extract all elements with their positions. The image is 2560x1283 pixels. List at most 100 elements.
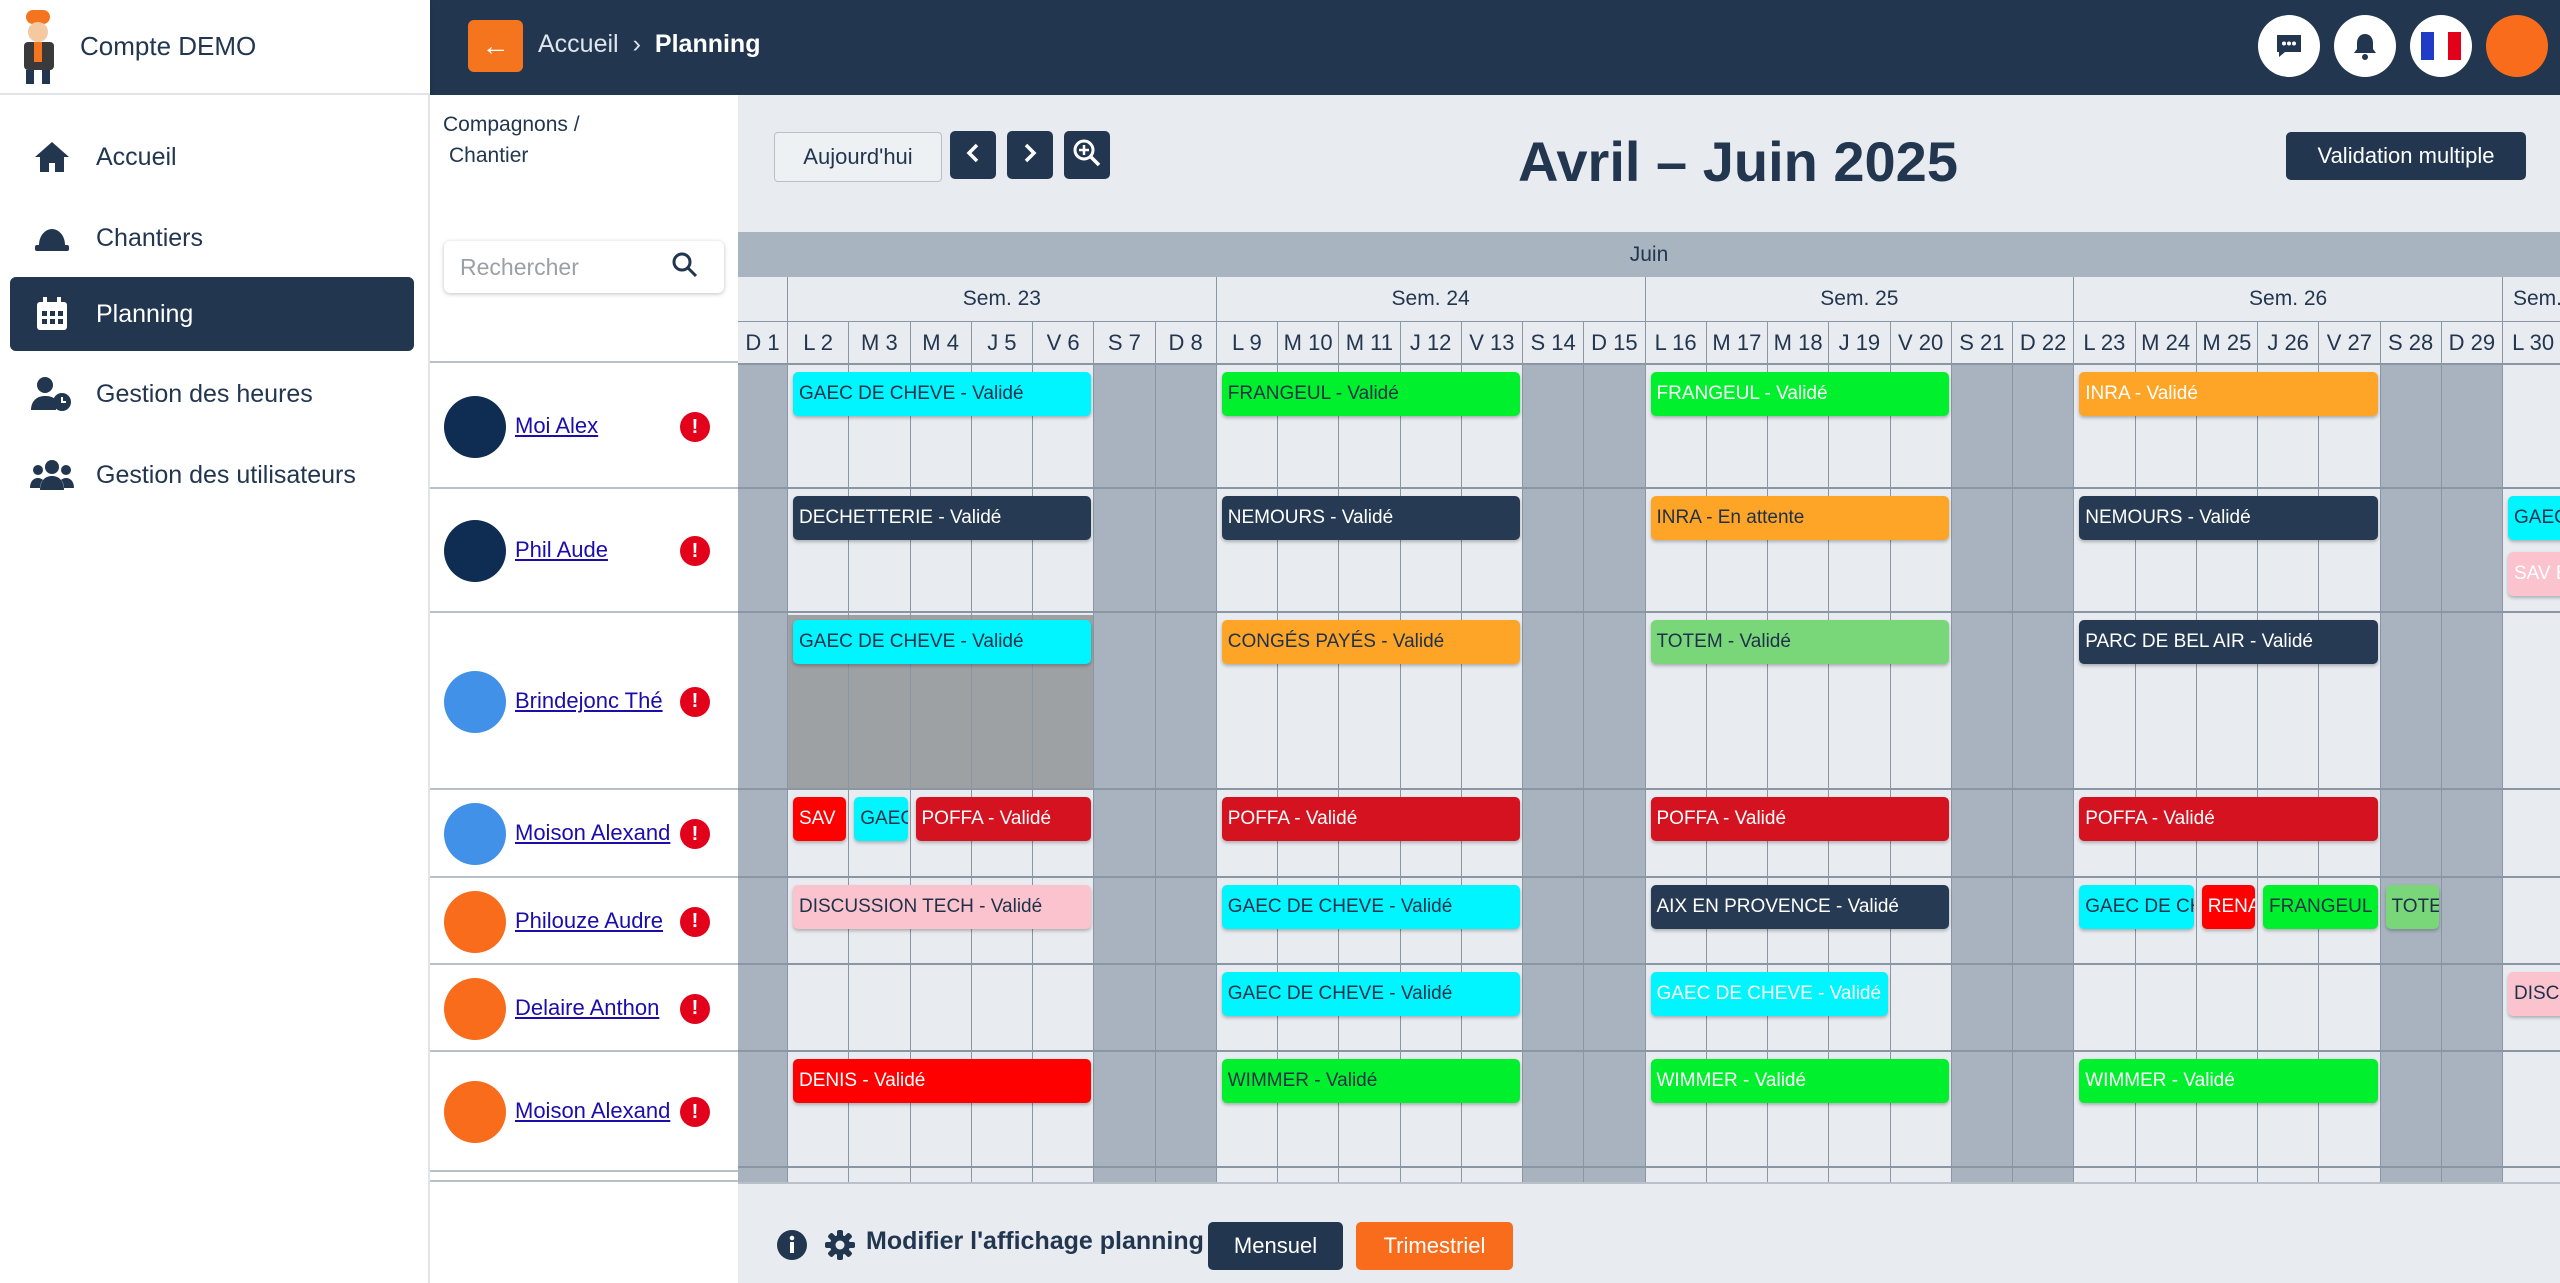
- month-header: Juin: [738, 232, 2560, 277]
- warning-icon[interactable]: !: [680, 412, 710, 442]
- day-header: V 27: [2319, 322, 2381, 365]
- breadcrumb-home[interactable]: Accueil: [538, 30, 619, 59]
- planning-event[interactable]: DISCU: [2508, 972, 2560, 1016]
- warning-icon[interactable]: !: [680, 993, 710, 1024]
- zoom-in-icon: [1072, 138, 1102, 173]
- row-divider: [738, 363, 2560, 365]
- planning-event[interactable]: GAEC DE CHEVE - Validé: [2079, 885, 2194, 929]
- day-header: J 12: [1400, 322, 1462, 365]
- next-button[interactable]: [1007, 131, 1053, 179]
- planning-event[interactable]: POFFA - Validé: [1221, 797, 1520, 841]
- day-header: V 6: [1033, 322, 1095, 365]
- warning-icon[interactable]: !: [680, 686, 710, 717]
- search-icon[interactable]: [670, 250, 700, 285]
- gear-icon[interactable]: [824, 1229, 856, 1266]
- warning-icon[interactable]: !: [680, 906, 710, 937]
- brand-area: Compte DEMO: [0, 0, 430, 95]
- planning-event[interactable]: CONGÉS PAYÉS - Validé: [1221, 620, 1520, 664]
- chat-icon[interactable]: [2258, 15, 2320, 77]
- week-header: Sem. 2: [2503, 277, 2560, 322]
- warning-icon[interactable]: !: [680, 1097, 710, 1127]
- info-icon[interactable]: [776, 1229, 808, 1266]
- planning-event[interactable]: DECHETTERIE - Validé: [793, 496, 1092, 540]
- planning-event[interactable]: FRANGEUL - Validé: [2263, 885, 2378, 929]
- warning-icon[interactable]: !: [680, 536, 710, 566]
- resource-name-link[interactable]: Moison Alexand: [515, 820, 685, 846]
- planning-event[interactable]: TOTEM: [2385, 885, 2439, 929]
- resource-row: Phil Aude!: [430, 489, 738, 613]
- planning-event[interactable]: FRANGEUL - Validé: [1221, 372, 1520, 416]
- day-header: S 28: [2380, 322, 2442, 365]
- planning-event[interactable]: AIX EN PROVENCE - Validé: [1650, 885, 1949, 929]
- breadcrumb: Accueil › Planning: [538, 30, 760, 59]
- resource-name-link[interactable]: Moison Alexand: [515, 1098, 685, 1124]
- planning-event[interactable]: GAEC: [2508, 496, 2560, 540]
- warning-icon[interactable]: !: [680, 819, 710, 849]
- planning-event[interactable]: WIMMER - Validé: [2079, 1059, 2378, 1103]
- row-divider: [738, 963, 2560, 965]
- planning-event[interactable]: GAEC DE CHEVE - Validé: [793, 372, 1092, 416]
- user-avatar[interactable]: [2486, 15, 2548, 77]
- multi-validation-button[interactable]: Validation multiple: [2286, 132, 2526, 180]
- day-header: D 15: [1584, 322, 1646, 365]
- planning-event[interactable]: GAEC: [854, 797, 908, 841]
- day-header: S 21: [1951, 322, 2013, 365]
- day-header: M 24: [2135, 322, 2197, 365]
- calendar-title: Avril – Juin 2025: [1518, 130, 1958, 193]
- day-header: D 29: [2441, 322, 2503, 365]
- planning-event[interactable]: TOTEM - Validé: [1650, 620, 1949, 664]
- quarterly-view-button[interactable]: Trimestriel: [1356, 1222, 1513, 1270]
- resource-name-link[interactable]: Phil Aude: [515, 537, 685, 563]
- french-flag-icon[interactable]: [2410, 15, 2472, 77]
- day-header: M 11: [1339, 322, 1401, 365]
- resource-name-link[interactable]: Delaire Anthon: [515, 995, 685, 1021]
- week-header-stub: [738, 277, 788, 322]
- avatar: [444, 396, 506, 458]
- row-divider: [738, 611, 2560, 613]
- resource-name-link[interactable]: Philouze Audre: [515, 908, 685, 934]
- planning-event[interactable]: WIMMER - Validé: [1650, 1059, 1949, 1103]
- search-input[interactable]: [460, 253, 670, 281]
- users-icon: [30, 453, 74, 497]
- bell-icon[interactable]: [2334, 15, 2396, 77]
- planning-event[interactable]: SAV E: [2508, 552, 2560, 596]
- planning-event[interactable]: DENIS - Validé: [793, 1059, 1092, 1103]
- planning-event[interactable]: DISCUSSION TECH - Validé: [793, 885, 1092, 929]
- planning-event[interactable]: WIMMER - Validé: [1221, 1059, 1520, 1103]
- sidebar-item-label: Accueil: [96, 142, 177, 171]
- day-header: L 16: [1645, 322, 1707, 365]
- planning-event[interactable]: GAEC DE CHEVE - Validé: [793, 620, 1092, 664]
- planning-event[interactable]: INRA - Validé: [2079, 372, 2378, 416]
- planning-event[interactable]: RENAULT: [2201, 885, 2255, 929]
- sidebar-item-gestion-utilisateurs[interactable]: Gestion des utilisateurs: [10, 438, 414, 512]
- resource-row: Moi Alex!: [430, 365, 738, 489]
- monthly-view-button[interactable]: Mensuel: [1208, 1222, 1343, 1270]
- planning-event[interactable]: GAEC DE CHEVE - Validé: [1221, 972, 1520, 1016]
- grid-line: [1093, 613, 1095, 790]
- planning-event[interactable]: FRANGEUL - Validé: [1650, 372, 1949, 416]
- planning-event[interactable]: PARC DE BEL AIR - Validé: [2079, 620, 2378, 664]
- planning-event[interactable]: GAEC DE CHEVE - Validé: [1650, 972, 1888, 1016]
- planning-event[interactable]: SAV: [793, 797, 847, 841]
- planning-event[interactable]: POFFA - Validé: [2079, 797, 2378, 841]
- day-header: J 5: [971, 322, 1033, 365]
- zoom-button[interactable]: [1064, 131, 1110, 179]
- resource-name-link[interactable]: Brindejonc Thé: [515, 688, 685, 714]
- sidebar-item-accueil[interactable]: Accueil: [10, 120, 414, 194]
- resource-name-link[interactable]: Moi Alex: [515, 413, 685, 439]
- planning-event[interactable]: INRA - En attente: [1650, 496, 1949, 540]
- planning-event[interactable]: POFFA - Validé: [915, 797, 1092, 841]
- sidebar-item-chantiers[interactable]: Chantiers: [10, 201, 414, 275]
- planning-event[interactable]: NEMOURS - Validé: [1221, 496, 1520, 540]
- sidebar-item-planning[interactable]: Planning: [10, 277, 414, 351]
- back-button[interactable]: ←: [468, 20, 523, 72]
- resource-row: Moison Alexand!: [430, 1052, 738, 1172]
- column-title-line2: Chantier: [449, 144, 529, 167]
- planning-event[interactable]: NEMOURS - Validé: [2079, 496, 2378, 540]
- planning-event[interactable]: GAEC DE CHEVE - Validé: [1221, 885, 1520, 929]
- prev-button[interactable]: [950, 131, 996, 179]
- sidebar-item-gestion-heures[interactable]: Gestion des heures: [10, 357, 414, 431]
- row-divider: [738, 487, 2560, 489]
- planning-event[interactable]: POFFA - Validé: [1650, 797, 1949, 841]
- today-button[interactable]: Aujourd'hui: [774, 132, 942, 182]
